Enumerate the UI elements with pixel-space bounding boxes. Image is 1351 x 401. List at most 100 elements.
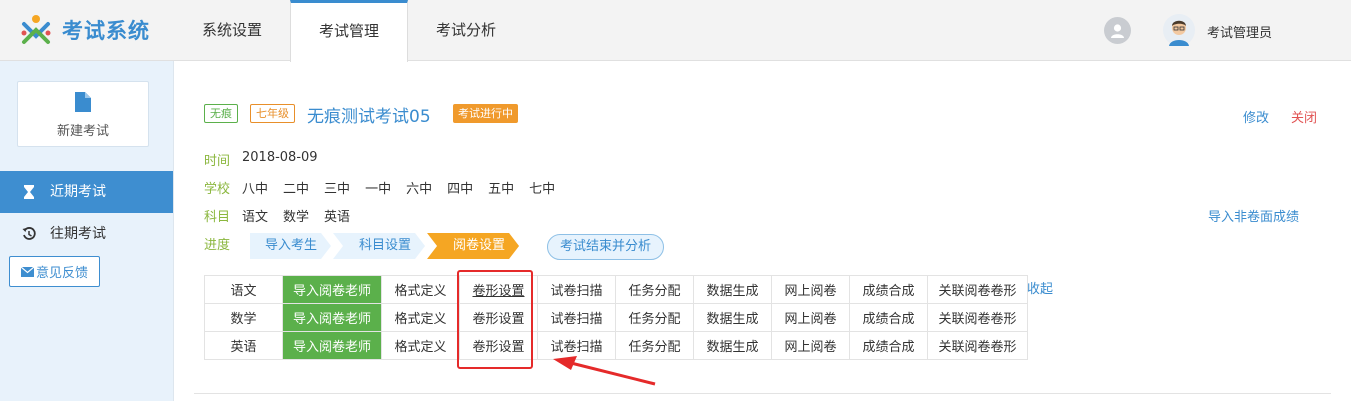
exam-school-row: 学校 八中 二中 三中 一中 六中 四中 五中 七中 [204, 178, 570, 197]
sidebar-item-recent-exams[interactable]: 近期考试 [0, 171, 173, 213]
divider [194, 393, 1331, 394]
data-generation-button[interactable]: 数据生成 [693, 303, 772, 332]
task-assignment-button[interactable]: 任务分配 [615, 331, 694, 360]
cell-label: 卷形设置 [472, 284, 525, 299]
cell-label: 网上阅卷 [784, 340, 837, 355]
mail-icon [20, 266, 34, 277]
nav-system-settings[interactable]: 系统设置 [174, 0, 290, 61]
close-link[interactable]: 关闭 [1291, 107, 1317, 126]
cell-label: 格式定义 [394, 340, 447, 355]
logo-text: 考试系统 [62, 19, 150, 43]
school-item: 五中 [488, 182, 515, 197]
step-marking-settings[interactable]: 阅卷设置 [427, 233, 519, 259]
cell-label: 成绩合成 [862, 312, 915, 327]
collapse-link[interactable]: 收起 [1027, 278, 1053, 297]
subject-cell: 语文 [204, 275, 283, 304]
score-merge-button[interactable]: 成绩合成 [849, 275, 928, 304]
end-exam-and-analyze-button[interactable]: 考试结束并分析 [547, 234, 665, 260]
cell-label: 导入阅卷老师 [292, 312, 371, 327]
exam-tag-grade: 七年级 [250, 104, 295, 123]
user-name[interactable]: 考试管理员 [1207, 22, 1272, 41]
linked-paper-type-button[interactable]: 关联阅卷卷形 [927, 331, 1028, 360]
cell-label: 网上阅卷 [784, 284, 837, 299]
exam-title[interactable]: 无痕测试考试05 [307, 102, 431, 127]
format-definition-button[interactable]: 格式定义 [381, 275, 460, 304]
import-markers-button[interactable]: 导入阅卷老师 [282, 331, 382, 360]
subject-item: 语文 [242, 210, 269, 225]
cell-label: 任务分配 [628, 312, 681, 327]
document-icon [75, 92, 91, 112]
paper-type-settings-button[interactable]: 卷形设置 [459, 275, 538, 304]
data-generation-button[interactable]: 数据生成 [693, 331, 772, 360]
cell-label: 英语 [230, 340, 257, 355]
cell-label: 卷形设置 [472, 312, 525, 327]
nav-exam-management[interactable]: 考试管理 [290, 0, 409, 62]
format-definition-button[interactable]: 格式定义 [381, 331, 460, 360]
score-merge-button[interactable]: 成绩合成 [849, 303, 928, 332]
import-markers-button[interactable]: 导入阅卷老师 [282, 303, 382, 332]
avatar[interactable] [1163, 14, 1195, 46]
paper-scan-button[interactable]: 试卷扫描 [537, 275, 616, 304]
nav-exam-analysis[interactable]: 考试分析 [408, 0, 524, 61]
cell-label: 试卷扫描 [550, 340, 603, 355]
subject-item: 数学 [283, 210, 310, 225]
cell-label: 导入阅卷老师 [292, 284, 371, 299]
linked-paper-type-button[interactable]: 关联阅卷卷形 [927, 275, 1028, 304]
logo-icon [21, 15, 51, 44]
online-marking-button[interactable]: 网上阅卷 [771, 331, 850, 360]
paper-type-settings-button[interactable]: 卷形设置 [459, 303, 538, 332]
data-generation-button[interactable]: 数据生成 [693, 275, 772, 304]
time-label: 时间 [204, 154, 231, 169]
sidebar-item-label: 往期考试 [50, 226, 106, 242]
score-merge-button[interactable]: 成绩合成 [849, 331, 928, 360]
subject-item: 英语 [324, 210, 351, 225]
cell-label: 关联阅卷卷形 [938, 284, 1017, 299]
exam-time-row: 时间 2018-08-09 [204, 150, 333, 169]
school-item: 七中 [529, 182, 556, 197]
cell-label: 任务分配 [628, 340, 681, 355]
exam-progress-row: 进度 [204, 234, 242, 253]
progress-steps: 导入考生 科目设置 阅卷设置 [250, 233, 521, 259]
format-definition-button[interactable]: 格式定义 [381, 303, 460, 332]
cell-label: 成绩合成 [862, 340, 915, 355]
cell-label: 格式定义 [394, 312, 447, 327]
cell-label: 任务分配 [628, 284, 681, 299]
online-marking-button[interactable]: 网上阅卷 [771, 303, 850, 332]
cell-label: 网上阅卷 [784, 312, 837, 327]
import-markers-button[interactable]: 导入阅卷老师 [282, 275, 382, 304]
cell-label: 卷形设置 [472, 340, 525, 355]
logo[interactable]: 考试系统 [18, 12, 150, 48]
school-item: 八中 [242, 182, 269, 197]
notification-icon[interactable] [1104, 17, 1131, 44]
school-item: 二中 [283, 182, 310, 197]
school-item: 三中 [324, 182, 351, 197]
task-assignment-button[interactable]: 任务分配 [615, 275, 694, 304]
school-label: 学校 [204, 182, 231, 197]
cell-label: 成绩合成 [862, 284, 915, 299]
cell-label: 数据生成 [706, 312, 759, 327]
table-row: 数学 导入阅卷老师 格式定义 卷形设置 试卷扫描 任务分配 数据生成 网上阅卷 成绩合成 关联阅卷… [204, 303, 1028, 332]
time-value: 2018-08-09 [242, 150, 318, 165]
step-import-students[interactable]: 导入考生 [250, 233, 331, 259]
table-row: 英语 导入阅卷老师 格式定义 卷形设置 试卷扫描 任务分配 数据生成 网上阅卷 成绩合成 关联阅卷… [204, 331, 1028, 360]
table-row: 语文 导入阅卷老师 格式定义 卷形设置 试卷扫描 任务分配 数据生成 网上阅卷 成绩合成 关联阅卷… [204, 275, 1028, 304]
exam-tag-trace: 无痕 [204, 104, 238, 123]
import-non-paper-scores-link[interactable]: 导入非卷面成绩 [1208, 206, 1299, 225]
sidebar-item-label: 近期考试 [50, 184, 106, 200]
school-item: 四中 [447, 182, 474, 197]
new-exam-button[interactable]: 新建考试 [17, 81, 149, 147]
paper-scan-button[interactable]: 试卷扫描 [537, 331, 616, 360]
paper-type-settings-button[interactable]: 卷形设置 [459, 331, 538, 360]
feedback-button[interactable]: 意见反馈 [9, 256, 100, 287]
school-item: 一中 [365, 182, 392, 197]
step-subject-settings[interactable]: 科目设置 [333, 233, 425, 259]
edit-link[interactable]: 修改 [1243, 107, 1269, 126]
history-icon [22, 227, 36, 241]
new-exam-label: 新建考试 [56, 124, 109, 139]
online-marking-button[interactable]: 网上阅卷 [771, 275, 850, 304]
sidebar-item-past-exams[interactable]: 往期考试 [0, 213, 173, 255]
task-assignment-button[interactable]: 任务分配 [615, 303, 694, 332]
linked-paper-type-button[interactable]: 关联阅卷卷形 [927, 303, 1028, 332]
school-item: 六中 [406, 182, 433, 197]
paper-scan-button[interactable]: 试卷扫描 [537, 303, 616, 332]
